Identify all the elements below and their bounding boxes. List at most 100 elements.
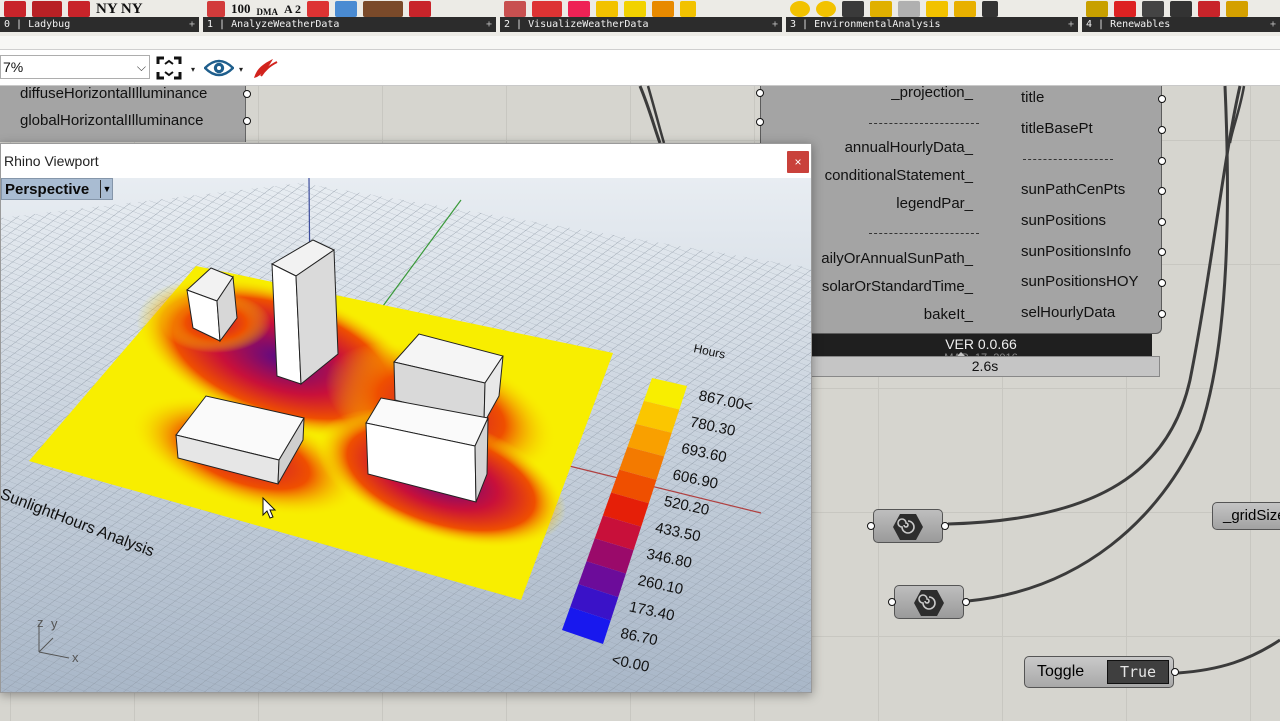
ribbon-tab-analyzeweatherdata[interactable]: 100 DMA A 2 1 | AnalyzeWeatherData +	[203, 0, 496, 36]
output-port[interactable]	[1158, 126, 1166, 134]
ribbon-tab-visualizeweatherdata[interactable]: 2 | VisualizeWeatherData +	[500, 0, 782, 36]
wave-icon[interactable]	[335, 1, 358, 17]
zoom-value: 7%	[3, 59, 24, 75]
ribbon-tab-ladybug[interactable]: NY NY 0 | Ladybug +	[0, 0, 199, 36]
ribbon-tab-label[interactable]: 3 | EnvironmentalAnalysis +	[786, 17, 1078, 32]
ladybug-icon[interactable]	[32, 1, 62, 17]
grid-chart-icon[interactable]	[568, 1, 590, 17]
zoom-extents-button[interactable]	[155, 56, 183, 80]
output-port[interactable]	[1171, 668, 1179, 676]
rhino-viewport-window[interactable]: Rhino Viewport × SunlightHours Analysis …	[0, 143, 812, 693]
sphere-icon[interactable]	[898, 1, 920, 17]
viewport-name-tab[interactable]: Perspective	[1, 178, 113, 200]
input-label: solarOrStandardTime_	[821, 278, 973, 295]
input-port[interactable]	[888, 598, 896, 606]
chevron-down-icon[interactable]: ▾	[191, 65, 195, 74]
a2-icon[interactable]: A 2	[284, 1, 301, 17]
output-port[interactable]	[243, 117, 251, 125]
window-titlebar[interactable]: Rhino Viewport ×	[1, 144, 811, 178]
new-york-icon[interactable]: NY NY	[96, 1, 143, 17]
ribbon-tab-label[interactable]: 4 | Renewables +	[1082, 17, 1280, 32]
thermometer-icon[interactable]	[363, 1, 404, 17]
output-port[interactable]	[1158, 218, 1166, 226]
window-title: Rhino Viewport	[4, 153, 99, 169]
output-divider	[1023, 159, 1113, 160]
geometry-param-node[interactable]	[894, 585, 964, 619]
sun-icon[interactable]	[596, 1, 618, 17]
input-port[interactable]	[867, 522, 875, 530]
chevron-down-icon[interactable]: ▾	[239, 65, 243, 74]
output-label: globalHorizontalIlluminance	[20, 112, 204, 129]
expand-icon: +	[1067, 19, 1074, 30]
output-port[interactable]	[941, 522, 949, 530]
close-button[interactable]: ×	[787, 151, 809, 173]
canvas-toolbar: 7% ⌵ ▾ ▾	[0, 50, 1280, 86]
analyze-tools: 100 DMA A 2	[203, 0, 496, 17]
input-port[interactable]	[756, 89, 764, 97]
output-port[interactable]	[962, 598, 970, 606]
gridsize-param-node[interactable]: _gridSize	[1212, 502, 1280, 530]
output-port[interactable]	[1158, 95, 1166, 103]
ribbon-tab-label[interactable]: 2 | VisualizeWeatherData +	[500, 17, 782, 32]
sun-icon[interactable]	[816, 1, 836, 17]
box-icon[interactable]	[842, 1, 864, 17]
output-label: sunPositions	[1021, 212, 1107, 229]
panel-icon[interactable]	[1226, 1, 1248, 17]
toggle-value[interactable]: True	[1107, 660, 1169, 684]
environmental-tools	[786, 0, 1078, 17]
renewables-tools	[1082, 0, 1280, 17]
ribbon-tab-renewables[interactable]: 4 | Renewables +	[1082, 0, 1280, 36]
axis-y-label: y	[51, 616, 58, 631]
chevron-down-icon: ⌵	[136, 60, 146, 74]
wind-icon[interactable]	[1198, 1, 1220, 17]
output-port[interactable]	[1158, 310, 1166, 318]
perspective-viewport[interactable]: SunlightHours Analysis Hours 867.00<780.…	[1, 178, 811, 692]
output-port[interactable]	[1158, 157, 1166, 165]
sun-icon[interactable]	[926, 1, 948, 17]
input-label: _projection_	[891, 84, 973, 101]
star-icon[interactable]	[680, 1, 696, 17]
bar-chart-icon[interactable]	[532, 1, 562, 17]
ribbon-tab-environmentalanalysis[interactable]: 3 | EnvironmentalAnalysis +	[786, 0, 1078, 36]
ribbon-tab-label[interactable]: 0 | Ladybug +	[0, 17, 199, 32]
solar-panel-icon[interactable]	[1086, 1, 1108, 17]
output-port[interactable]	[1158, 248, 1166, 256]
person-icon[interactable]	[982, 1, 998, 17]
hundred-icon[interactable]: 100	[231, 1, 251, 17]
output-port[interactable]	[243, 90, 251, 98]
chart-icon[interactable]	[1170, 1, 1192, 17]
output-label: sunPositionsInfo	[1021, 243, 1132, 260]
input-label: bakeIt_	[923, 306, 973, 323]
zoom-dropdown[interactable]: 7% ⌵	[0, 55, 150, 79]
output-port[interactable]	[1158, 187, 1166, 195]
cluster-icon[interactable]	[1114, 1, 1136, 17]
chevron-down-icon[interactable]: ▼	[100, 180, 113, 198]
sunpath-icon[interactable]	[652, 1, 674, 17]
ribbon-tab-label[interactable]: 1 | AnalyzeWeatherData +	[203, 17, 496, 32]
ladybug-icon[interactable]	[4, 1, 26, 17]
chart-icon[interactable]	[307, 1, 330, 17]
sunpath-node[interactable]: _projection_ annualHourlyData_ condition…	[760, 84, 1162, 334]
radiation-icon[interactable]	[870, 1, 892, 17]
document-icon[interactable]	[1142, 1, 1164, 17]
wind-rose-icon[interactable]	[504, 1, 526, 17]
eye-icon	[204, 59, 234, 77]
sunlight-icon[interactable]	[954, 1, 976, 17]
geometry-param-node[interactable]	[873, 509, 943, 543]
moon-icon[interactable]	[624, 1, 646, 17]
sun-icon[interactable]	[790, 1, 810, 17]
preview-button[interactable]	[203, 56, 235, 80]
runtime-profiler: 2.6s	[810, 356, 1160, 377]
sketch-button[interactable]	[250, 56, 280, 80]
weather-data-node[interactable]: diffuseHorizontalIlluminance globalHoriz…	[0, 85, 246, 142]
output-label: sunPositionsHOY	[1021, 273, 1139, 290]
person-icon[interactable]	[409, 1, 432, 17]
input-label: annualHourlyData_	[844, 139, 973, 156]
output-port[interactable]	[1158, 279, 1166, 287]
dma-icon[interactable]: DMA	[257, 7, 279, 17]
ladybug-icon[interactable]	[68, 1, 90, 17]
cross-icon[interactable]	[207, 1, 225, 17]
toggle-label: Toggle	[1037, 663, 1085, 680]
boolean-toggle-node[interactable]: Toggle True	[1024, 656, 1174, 688]
input-port[interactable]	[756, 118, 764, 126]
